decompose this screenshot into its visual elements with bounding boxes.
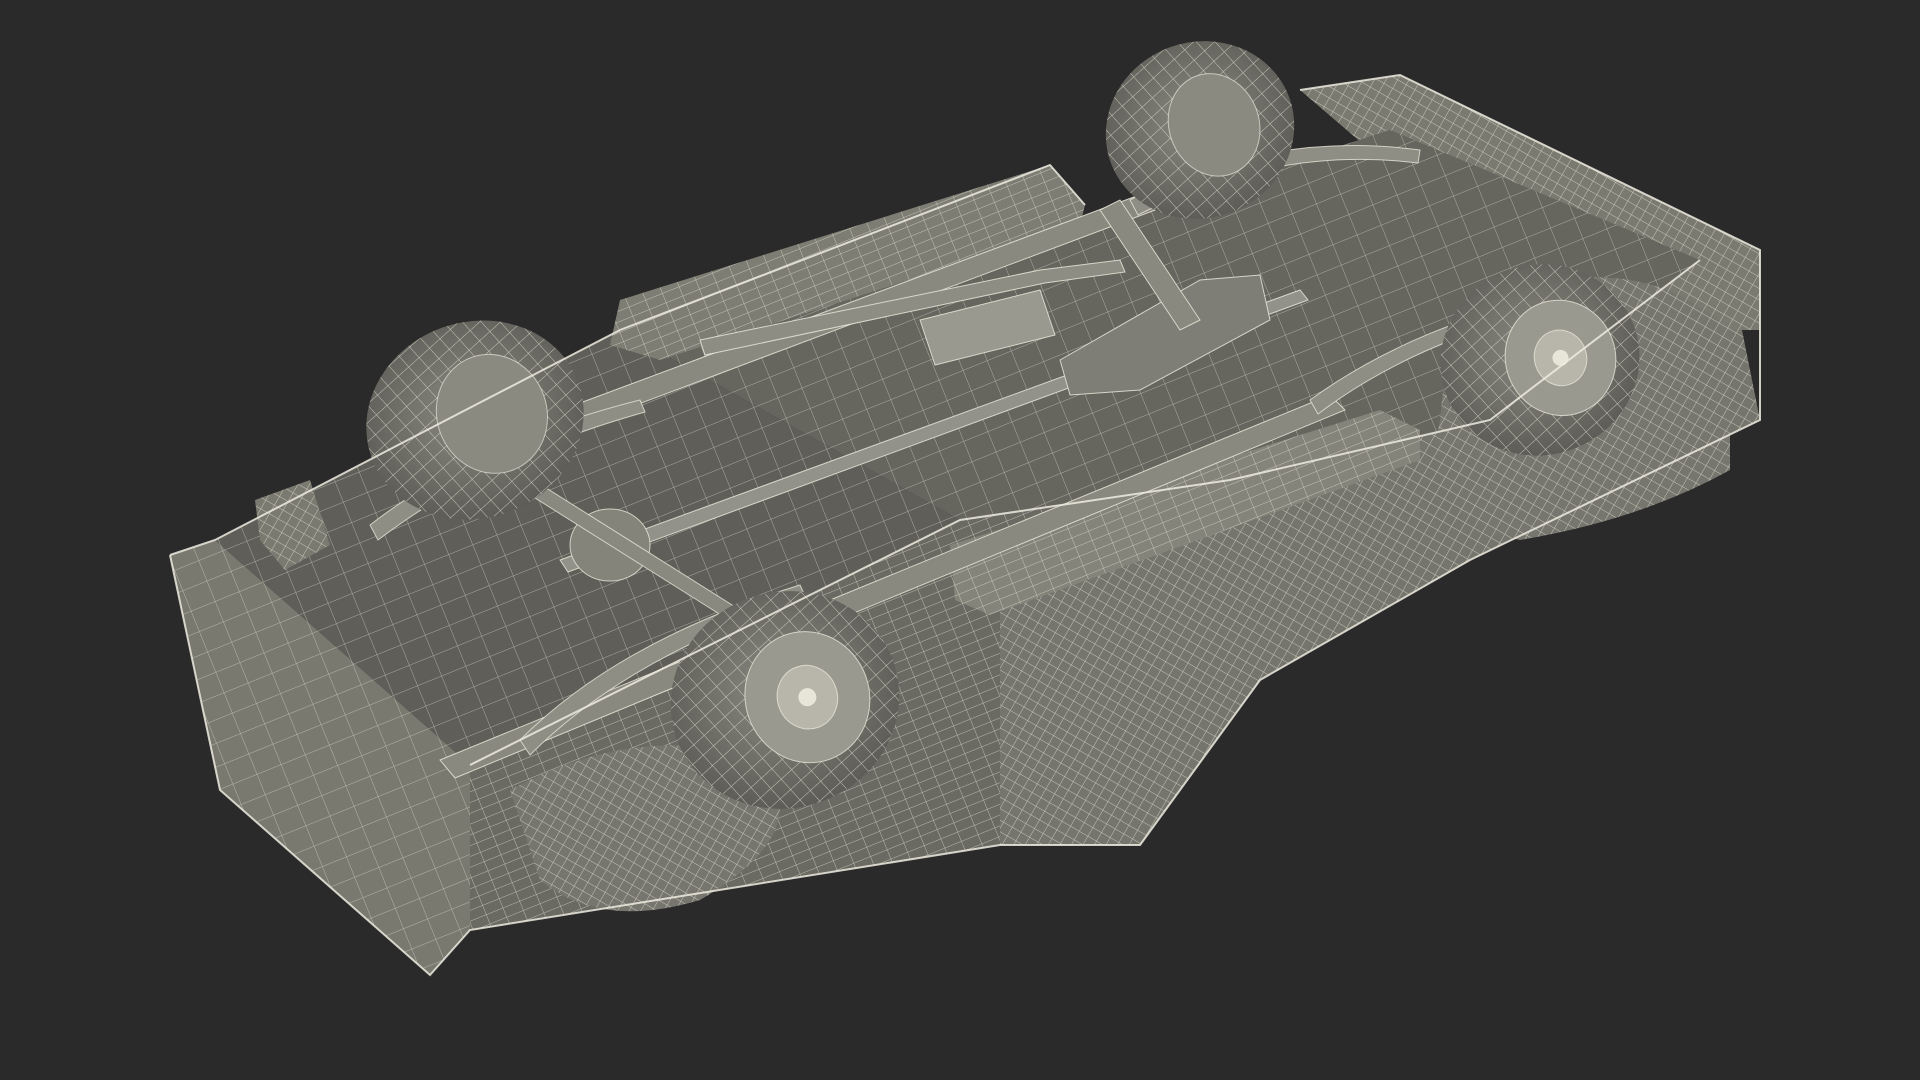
wireframe-truck-underside <box>169 41 1761 977</box>
render-viewport <box>0 0 1920 1080</box>
truck-body <box>170 75 1760 975</box>
